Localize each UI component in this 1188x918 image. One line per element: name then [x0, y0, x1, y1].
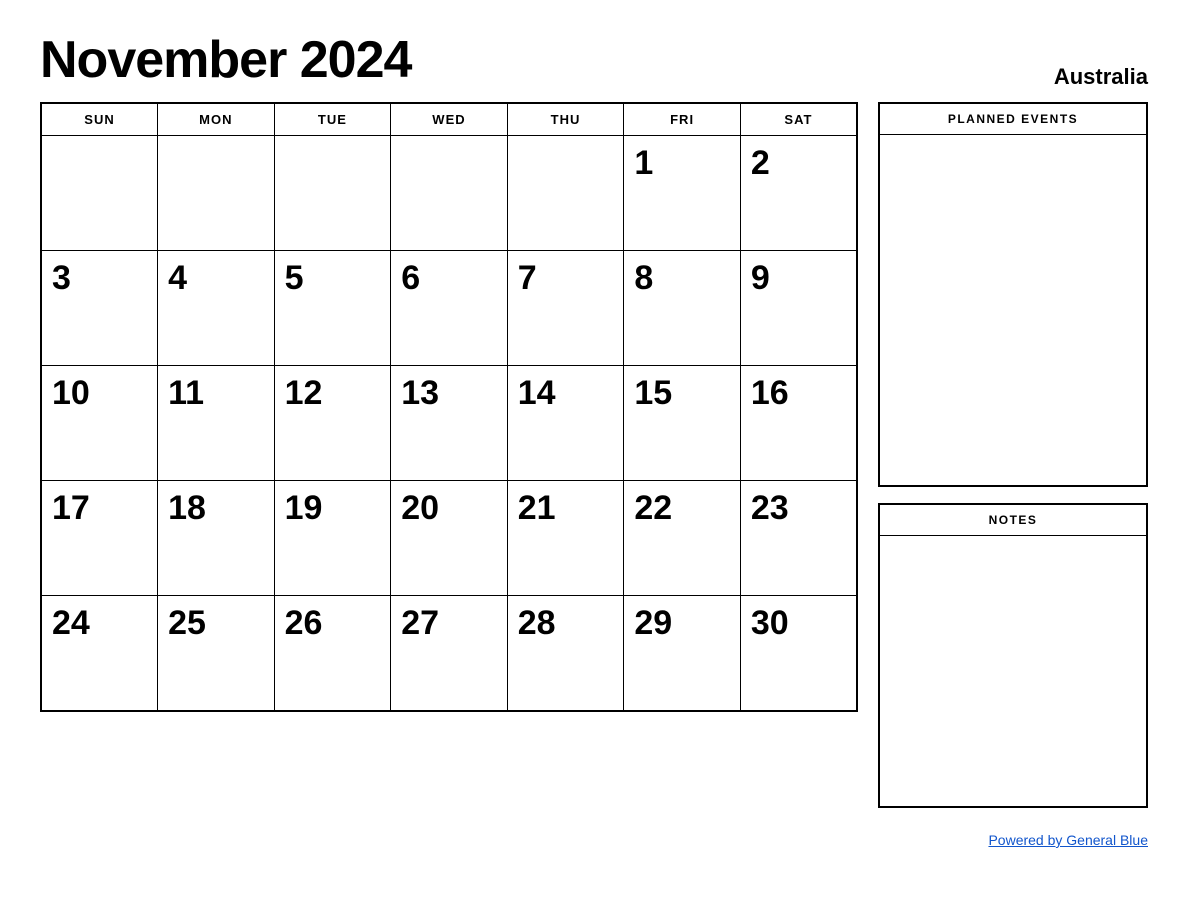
calendar-day-cell: 20 [391, 481, 508, 596]
powered-by-link[interactable]: Powered by General Blue [988, 832, 1148, 848]
planned-events-box: PLANNED EVENTS [878, 102, 1148, 487]
days-of-week-row: SUN MON TUE WED THU FRI SAT [41, 103, 857, 136]
calendar-day-cell: 23 [740, 481, 857, 596]
page-header: November 2024 Australia [40, 30, 1148, 90]
calendar-day-cell: 4 [158, 251, 275, 366]
calendar-day-cell: 9 [740, 251, 857, 366]
main-layout: SUN MON TUE WED THU FRI SAT 123456789101… [40, 102, 1148, 848]
calendar-day-cell [274, 136, 391, 251]
calendar-day-cell [41, 136, 158, 251]
calendar-day-cell: 6 [391, 251, 508, 366]
calendar-day-cell: 7 [507, 251, 624, 366]
calendar-week-row: 17181920212223 [41, 481, 857, 596]
calendar-week-row: 10111213141516 [41, 366, 857, 481]
calendar-day-cell [158, 136, 275, 251]
planned-events-body [880, 135, 1146, 485]
planned-events-header: PLANNED EVENTS [880, 104, 1146, 135]
calendar-day-cell: 8 [624, 251, 741, 366]
calendar-day-cell: 26 [274, 596, 391, 711]
day-fri: FRI [624, 103, 741, 136]
calendar-body: 1234567891011121314151617181920212223242… [41, 136, 857, 711]
calendar-day-cell [391, 136, 508, 251]
calendar-day-cell: 14 [507, 366, 624, 481]
calendar-day-cell: 17 [41, 481, 158, 596]
calendar-day-cell: 16 [740, 366, 857, 481]
calendar-table: SUN MON TUE WED THU FRI SAT 123456789101… [40, 102, 858, 712]
calendar-week-row: 3456789 [41, 251, 857, 366]
calendar-day-cell: 3 [41, 251, 158, 366]
day-sat: SAT [740, 103, 857, 136]
calendar-day-cell: 11 [158, 366, 275, 481]
day-mon: MON [158, 103, 275, 136]
calendar-day-cell: 24 [41, 596, 158, 711]
calendar-day-cell: 19 [274, 481, 391, 596]
day-tue: TUE [274, 103, 391, 136]
calendar-day-cell: 15 [624, 366, 741, 481]
sidebar: PLANNED EVENTS NOTES Powered by General … [878, 102, 1148, 848]
footer: Powered by General Blue [878, 832, 1148, 848]
calendar-day-cell: 30 [740, 596, 857, 711]
calendar-day-cell: 22 [624, 481, 741, 596]
calendar-week-row: 12 [41, 136, 857, 251]
month-title: November 2024 [40, 30, 411, 90]
calendar-day-cell: 5 [274, 251, 391, 366]
country-title: Australia [1054, 64, 1148, 90]
calendar-week-row: 24252627282930 [41, 596, 857, 711]
calendar-day-cell: 18 [158, 481, 275, 596]
notes-body [880, 536, 1146, 806]
day-thu: THU [507, 103, 624, 136]
calendar-day-cell: 29 [624, 596, 741, 711]
calendar-day-cell: 25 [158, 596, 275, 711]
notes-header: NOTES [880, 505, 1146, 536]
calendar-header: SUN MON TUE WED THU FRI SAT [41, 103, 857, 136]
calendar-day-cell: 21 [507, 481, 624, 596]
calendar-day-cell: 10 [41, 366, 158, 481]
calendar-day-cell: 1 [624, 136, 741, 251]
day-sun: SUN [41, 103, 158, 136]
calendar-day-cell: 2 [740, 136, 857, 251]
calendar-day-cell: 28 [507, 596, 624, 711]
notes-box: NOTES [878, 503, 1148, 808]
calendar-day-cell [507, 136, 624, 251]
calendar-section: SUN MON TUE WED THU FRI SAT 123456789101… [40, 102, 858, 712]
day-wed: WED [391, 103, 508, 136]
calendar-day-cell: 27 [391, 596, 508, 711]
calendar-day-cell: 12 [274, 366, 391, 481]
calendar-day-cell: 13 [391, 366, 508, 481]
